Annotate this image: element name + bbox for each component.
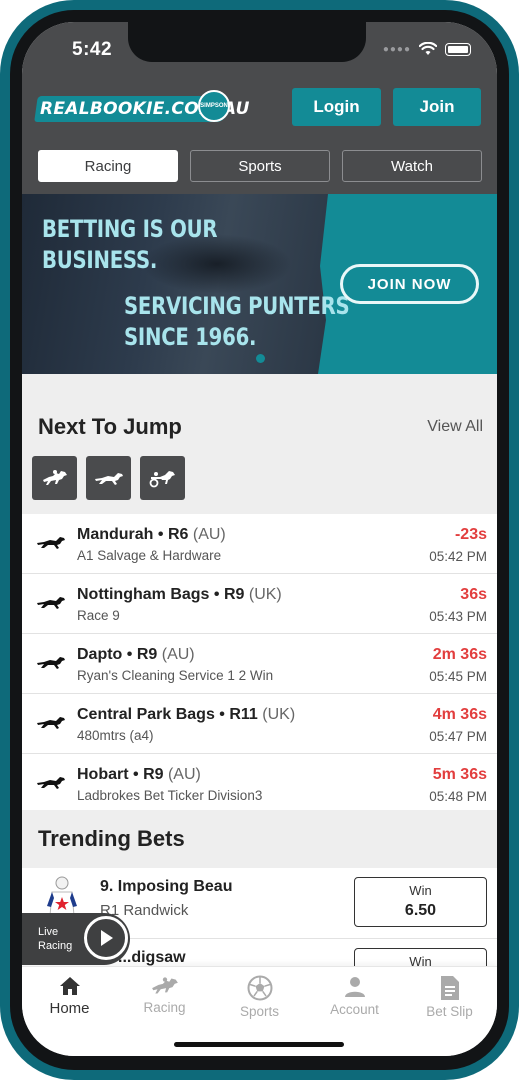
account-icon	[344, 977, 365, 997]
race-time: 05:45 PM	[429, 669, 487, 684]
race-countdown: -23s	[454, 526, 487, 543]
race-row[interactable]: Hobart • R9 (AU) Ladbrokes Bet Ticker Di…	[22, 754, 497, 814]
signal-icon: ●●●●	[382, 43, 411, 55]
live-racing-button[interactable]: Live Racing	[22, 913, 130, 965]
nav-label: Bet Slip	[426, 1004, 473, 1019]
app-screen: 5:42 ●●●● REALBOOKIE.COM.AU SIMPSON Logi…	[22, 22, 497, 1056]
brand-logo[interactable]: REALBOOKIE.COM.AU SIMPSON	[34, 90, 249, 126]
filter-harness[interactable]	[140, 456, 185, 500]
view-all-link[interactable]: View All	[427, 418, 483, 436]
race-row[interactable]: Mandurah • R6 (AU) A1 Salvage & Hardware…	[22, 514, 497, 574]
battery-icon	[445, 42, 471, 56]
nav-label: Account	[330, 1002, 379, 1017]
next-to-jump-section: Next To Jump View All	[22, 374, 497, 514]
race-countdown: 5m 36s	[432, 766, 487, 783]
race-subtitle: 480mtrs (a4)	[77, 728, 154, 743]
play-icon	[84, 916, 128, 960]
greyhound-icon	[37, 777, 65, 789]
race-subtitle: Race 9	[77, 608, 120, 623]
race-title: Hobart • R9 (AU)	[77, 766, 201, 783]
status-time: 5:42	[72, 39, 113, 60]
bet-slip-icon	[440, 976, 459, 1000]
horse-racing-icon	[42, 470, 67, 485]
join-now-button[interactable]: JOIN NOW	[340, 264, 479, 304]
race-time: 05:42 PM	[429, 549, 487, 564]
greyhound-icon	[37, 717, 65, 729]
race-title: Mandurah • R6 (AU)	[77, 526, 226, 543]
race-subtitle: A1 Salvage & Hardware	[77, 548, 222, 563]
banner-headline-1: BETTING IS OUR BUSINESS.	[42, 215, 218, 274]
status-icons: ●●●●	[383, 42, 471, 56]
soccer-ball-icon	[247, 975, 272, 1001]
greyhound-icon	[37, 657, 65, 669]
login-button[interactable]: Login	[292, 88, 381, 126]
race-countdown: 36s	[460, 586, 487, 603]
race-subtitle: Ryan's Cleaning Service 1 2 Win	[77, 668, 274, 683]
greyhound-icon	[94, 473, 123, 485]
race-title: Nottingham Bags • R9 (UK)	[77, 586, 282, 603]
nav-bet-slip[interactable]: Bet Slip	[402, 967, 497, 1056]
bet-runner-name: 9. Imposing Beau	[100, 878, 233, 895]
filter-horse-racing[interactable]	[32, 456, 77, 500]
logo-seal-icon: SIMPSON	[198, 90, 230, 122]
trending-bets-title: Trending Bets	[38, 826, 185, 851]
nav-label: Racing	[143, 1000, 186, 1015]
race-list: Mandurah • R6 (AU) A1 Salvage & Hardware…	[22, 514, 497, 814]
live-racing-label: Live Racing	[38, 926, 73, 952]
tab-racing[interactable]: Racing	[38, 150, 178, 182]
trending-bets-section: Trending Bets	[22, 810, 497, 868]
race-countdown: 2m 36s	[432, 646, 487, 663]
nav-label: Home	[49, 1000, 90, 1017]
race-row[interactable]: Dapto • R9 (AU) Ryan's Cleaning Service …	[22, 634, 497, 694]
race-time: 05:43 PM	[429, 609, 487, 624]
nav-label: Sports	[239, 1004, 280, 1019]
race-title: Central Park Bags • R11 (UK)	[77, 706, 296, 723]
greyhound-icon	[37, 597, 65, 609]
harness-racing-icon	[149, 471, 175, 488]
join-button[interactable]: Join	[393, 88, 481, 126]
home-indicator[interactable]	[174, 1042, 344, 1047]
section-tabs: Racing Sports Watch	[38, 150, 482, 182]
banner-headline-2: SERVICING PUNTERS SINCE 1966.	[124, 292, 350, 351]
bet-runner-name: ...digsaw	[118, 949, 186, 966]
race-row[interactable]: Central Park Bags • R11 (UK) 480mtrs (a4…	[22, 694, 497, 754]
home-icon	[59, 977, 80, 995]
promo-banner[interactable]: BETTING IS OUR BUSINESS. SERVICING PUNTER…	[22, 194, 497, 374]
carousel-indicator[interactable]	[256, 354, 265, 363]
race-type-filters	[32, 456, 185, 500]
odds-bet-type: Win	[409, 883, 432, 898]
device-notch	[128, 22, 366, 62]
next-to-jump-title: Next To Jump	[38, 414, 182, 439]
wifi-icon	[419, 42, 437, 55]
tab-sports[interactable]: Sports	[190, 150, 330, 182]
filter-greyhound[interactable]	[86, 456, 131, 500]
race-countdown: 4m 36s	[432, 706, 487, 723]
odds-button[interactable]: Win 6.50	[354, 877, 487, 927]
horse-racing-icon	[151, 977, 178, 994]
tab-watch[interactable]: Watch	[342, 150, 482, 182]
race-subtitle: Ladbrokes Bet Ticker Division3	[77, 788, 263, 803]
nav-home[interactable]: Home	[22, 967, 117, 1056]
race-row[interactable]: Nottingham Bags • R9 (UK) Race 9 36s 05:…	[22, 574, 497, 634]
race-time: 05:48 PM	[429, 789, 487, 804]
race-title: Dapto • R9 (AU)	[77, 646, 195, 663]
greyhound-icon	[37, 537, 65, 549]
race-time: 05:47 PM	[429, 729, 487, 744]
odds-value: 6.50	[404, 902, 437, 919]
